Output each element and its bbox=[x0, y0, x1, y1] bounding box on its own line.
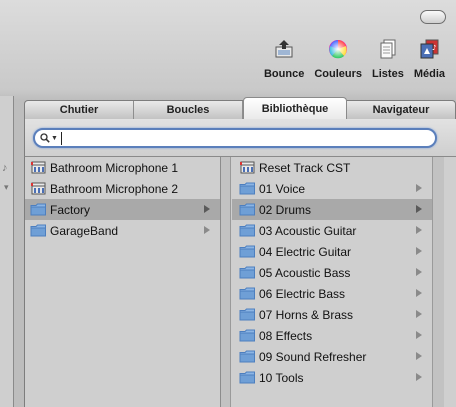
search-field[interactable]: ▼ bbox=[33, 128, 437, 148]
disclosure-arrow-icon bbox=[416, 226, 422, 234]
folder-icon bbox=[239, 224, 256, 237]
music-note-icon: ♪ bbox=[2, 162, 8, 174]
tab-boucles[interactable]: Boucles bbox=[134, 101, 243, 119]
search-bar: ▼ bbox=[24, 119, 456, 157]
chevron-down-icon: ▾ bbox=[4, 182, 9, 192]
tab-chutier[interactable]: Chutier bbox=[25, 101, 134, 119]
library-window: Bounce Couleurs Listes ♪ Média ♪ ▾ Chuti… bbox=[0, 0, 456, 407]
list-item[interactable]: 06 Electric Bass bbox=[232, 283, 432, 304]
lists-button[interactable]: Listes bbox=[367, 36, 409, 88]
left-column-scroll-track[interactable] bbox=[221, 157, 231, 407]
lists-label: Listes bbox=[372, 68, 404, 80]
search-icon[interactable]: ▼ bbox=[40, 133, 58, 143]
bounce-label: Bounce bbox=[263, 68, 305, 80]
disclosure-arrow-icon bbox=[416, 373, 422, 381]
media-icon: ♪ bbox=[416, 36, 442, 62]
disclosure-arrow-icon bbox=[416, 205, 422, 213]
folder-icon bbox=[30, 224, 47, 237]
list-item-label: Reset Track CST bbox=[259, 160, 351, 175]
media-label: Média bbox=[413, 68, 445, 80]
tab-bibliotheque[interactable]: Bibliothèque bbox=[243, 97, 347, 120]
folder-icon bbox=[239, 266, 256, 279]
channel-strip-icon bbox=[30, 182, 47, 195]
disclosure-arrow-icon bbox=[204, 205, 210, 213]
list-item[interactable]: 01 Voice bbox=[232, 178, 432, 199]
bounce-icon bbox=[271, 36, 297, 62]
svg-text:♪: ♪ bbox=[432, 44, 436, 52]
folder-icon bbox=[30, 203, 47, 216]
list-item-label: 03 Acoustic Guitar bbox=[259, 223, 357, 238]
library-panel: Chutier Boucles Bibliothèque Navigateur … bbox=[24, 97, 456, 407]
list-item[interactable]: Factory bbox=[25, 199, 220, 220]
tab-navigateur[interactable]: Navigateur bbox=[347, 101, 455, 119]
disclosure-arrow-icon bbox=[416, 352, 422, 360]
list-item[interactable]: 05 Acoustic Bass bbox=[232, 262, 432, 283]
right-column: Reset Track CST 01 Voice 02 Drums 03 Acoust… bbox=[232, 157, 432, 407]
folder-icon bbox=[239, 245, 256, 258]
list-item-label: Bathroom Microphone 2 bbox=[50, 181, 179, 196]
list-item-label: 04 Electric Guitar bbox=[259, 244, 352, 259]
folder-icon bbox=[239, 182, 256, 195]
colors-button[interactable]: Couleurs bbox=[309, 36, 367, 88]
disclosure-arrow-icon bbox=[416, 247, 422, 255]
list-item[interactable]: 10 Tools bbox=[232, 367, 432, 388]
bounce-button[interactable]: Bounce bbox=[259, 36, 309, 88]
channel-strip-icon bbox=[239, 161, 256, 174]
list-item[interactable]: 09 Sound Refresher bbox=[232, 346, 432, 367]
list-item-label: 05 Acoustic Bass bbox=[259, 265, 351, 280]
lists-icon bbox=[375, 36, 401, 62]
folder-icon bbox=[239, 371, 256, 384]
list-item-label: Bathroom Microphone 1 bbox=[50, 160, 179, 175]
disclosure-arrow-icon bbox=[416, 268, 422, 276]
toolbar-toggle-button[interactable] bbox=[420, 10, 446, 24]
list-item[interactable]: 08 Effects bbox=[232, 325, 432, 346]
toolbar: Bounce Couleurs Listes ♪ Média bbox=[259, 36, 450, 88]
list-item-label: 06 Electric Bass bbox=[259, 286, 346, 301]
list-item-label: 02 Drums bbox=[259, 202, 312, 217]
colors-label: Couleurs bbox=[314, 68, 363, 80]
list-item[interactable]: Bathroom Microphone 1 bbox=[25, 157, 220, 178]
adjacent-panel-edge: ♪ ▾ bbox=[0, 96, 14, 407]
list-item[interactable]: 04 Electric Guitar bbox=[232, 241, 432, 262]
disclosure-arrow-icon bbox=[204, 226, 210, 234]
folder-icon bbox=[239, 203, 256, 216]
folder-icon bbox=[239, 287, 256, 300]
disclosure-arrow-icon bbox=[416, 310, 422, 318]
browser-columns: Bathroom Microphone 1 Bathroom Microphone… bbox=[24, 157, 456, 407]
left-column: Bathroom Microphone 1 Bathroom Microphone… bbox=[25, 157, 221, 407]
list-item-label: Factory bbox=[50, 202, 91, 217]
list-item[interactable]: 07 Horns & Brass bbox=[232, 304, 432, 325]
disclosure-arrow-icon bbox=[416, 331, 422, 339]
folder-icon bbox=[239, 308, 256, 321]
list-item[interactable]: GarageBand bbox=[25, 220, 220, 241]
disclosure-arrow-icon bbox=[416, 184, 422, 192]
tab-bar: Chutier Boucles Bibliothèque Navigateur bbox=[24, 97, 456, 120]
list-item[interactable]: 02 Drums bbox=[232, 199, 432, 220]
color-wheel-icon bbox=[325, 36, 351, 62]
list-item[interactable]: 03 Acoustic Guitar bbox=[232, 220, 432, 241]
list-item-label: 01 Voice bbox=[259, 181, 306, 196]
search-options-icon: ▼ bbox=[51, 134, 58, 142]
media-button[interactable]: ♪ Média bbox=[409, 36, 450, 88]
list-item[interactable]: Bathroom Microphone 2 bbox=[25, 178, 220, 199]
search-input[interactable] bbox=[60, 131, 421, 145]
list-item-label: 07 Horns & Brass bbox=[259, 307, 354, 322]
list-item-label: 08 Effects bbox=[259, 328, 313, 343]
list-item-label: 10 Tools bbox=[259, 370, 304, 385]
right-column-scroll-track[interactable] bbox=[432, 157, 444, 407]
channel-strip-icon bbox=[30, 161, 47, 174]
folder-icon bbox=[239, 329, 256, 342]
folder-icon bbox=[239, 350, 256, 363]
list-item[interactable]: Reset Track CST bbox=[232, 157, 432, 178]
disclosure-arrow-icon bbox=[416, 289, 422, 297]
list-item-label: 09 Sound Refresher bbox=[259, 349, 367, 364]
list-item-label: GarageBand bbox=[50, 223, 119, 238]
